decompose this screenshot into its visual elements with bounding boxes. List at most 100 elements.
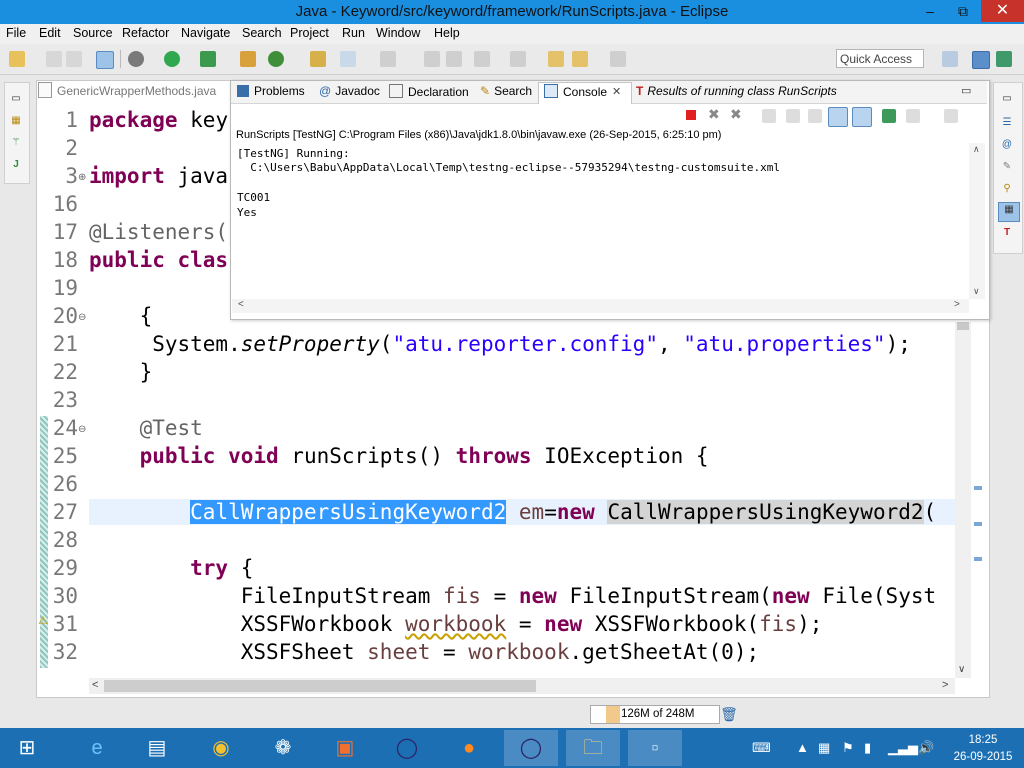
editor-horizontal-scroll-thumb[interactable] xyxy=(104,680,536,692)
forward-icon[interactable] xyxy=(610,51,626,67)
menu-refactor[interactable]: Refactor xyxy=(122,26,169,40)
menu-project[interactable]: Project xyxy=(290,26,329,40)
garbage-collect-icon[interactable]: 🗑 xyxy=(720,705,738,724)
overview-ruler-mark[interactable] xyxy=(974,557,982,561)
hierarchy-icon[interactable]: ⚚ xyxy=(9,136,23,150)
last-edit-icon[interactable] xyxy=(548,51,564,67)
toggle-mark-icon[interactable] xyxy=(424,51,440,67)
show-whitespace-icon[interactable] xyxy=(446,51,462,67)
keyboard-icon[interactable]: ⌨ xyxy=(752,740,771,756)
file-explorer-icon[interactable]: 🗀 xyxy=(566,730,620,766)
powerpoint-icon[interactable]: ▣ xyxy=(318,730,372,766)
editor-vertical-scroll-thumb[interactable] xyxy=(957,322,969,330)
volume-icon[interactable]: 🔊 xyxy=(918,740,934,756)
battery-icon[interactable]: ▮ xyxy=(864,740,871,756)
show-hidden-icons-icon[interactable]: ▲ xyxy=(796,740,809,755)
editor-vertical-scrollbar[interactable] xyxy=(955,322,971,678)
pin-console-icon[interactable] xyxy=(882,109,896,123)
scroll-down-icon[interactable]: ∨ xyxy=(973,286,980,297)
action-center-icon[interactable]: ▦ xyxy=(818,740,830,756)
javadoc-icon[interactable]: @ xyxy=(1000,138,1014,152)
external-tools-icon[interactable] xyxy=(200,51,216,67)
junit-icon[interactable]: J xyxy=(9,158,23,172)
scroll-up-icon[interactable]: ∧ xyxy=(973,144,980,155)
eclipse-active-icon[interactable]: ◯ xyxy=(504,730,558,766)
run-icon[interactable] xyxy=(164,51,180,67)
next-annotation-icon[interactable] xyxy=(474,51,490,67)
scroll-left-icon[interactable]: < xyxy=(238,299,244,310)
new-java-project-icon[interactable] xyxy=(240,51,256,67)
chrome-icon[interactable]: ◉ xyxy=(194,730,248,766)
show-on-stderr-icon[interactable] xyxy=(852,107,872,127)
minimize-button[interactable]: – xyxy=(915,0,945,22)
restore-button[interactable]: ⧉ xyxy=(948,0,978,22)
display-selected-console-icon[interactable] xyxy=(906,109,920,123)
maximize-icon[interactable]: ▭ xyxy=(961,84,971,97)
clear-console-icon[interactable] xyxy=(762,109,776,123)
word-wrap-icon[interactable] xyxy=(808,109,822,123)
restore-icon[interactable]: ▭ xyxy=(1000,92,1014,106)
scroll-right-icon[interactable]: > xyxy=(954,299,960,310)
fold-toggle[interactable]: ⊕ xyxy=(78,172,86,183)
menu-search[interactable]: Search xyxy=(242,26,282,40)
terminate-icon[interactable] xyxy=(686,110,696,120)
scroll-right-icon[interactable]: > xyxy=(942,679,948,691)
debug-icon[interactable] xyxy=(128,51,144,67)
new-icon[interactable] xyxy=(9,51,25,67)
warning-icon[interactable]: ⚠ xyxy=(38,614,48,627)
new-class-icon[interactable] xyxy=(268,51,284,67)
package-explorer-icon[interactable]: ▦ xyxy=(9,114,23,128)
network-tool-icon[interactable]: ▤ xyxy=(130,730,184,766)
tab-javadoc[interactable]: @ Javadoc xyxy=(319,84,380,100)
clock-date[interactable]: 26-09-2015 xyxy=(943,751,1023,763)
tab-console[interactable]: Console xyxy=(544,84,607,100)
menu-file[interactable]: File xyxy=(6,26,26,40)
open-console-icon[interactable] xyxy=(944,109,958,123)
clock-time[interactable]: 18:25 xyxy=(953,734,1013,746)
overview-ruler-mark[interactable] xyxy=(974,486,982,490)
show-on-stdout-icon[interactable] xyxy=(828,107,848,127)
annotation-icon[interactable] xyxy=(380,51,396,67)
paint-icon[interactable]: ❁ xyxy=(256,730,310,766)
internet-explorer-icon[interactable]: e xyxy=(70,730,124,766)
scroll-left-icon[interactable]: < xyxy=(92,679,98,691)
scroll-down-icon[interactable]: ∨ xyxy=(958,664,965,675)
declaration-icon[interactable]: ✎ xyxy=(1000,160,1014,174)
save-all-icon[interactable] xyxy=(66,51,82,67)
tab-search[interactable]: ✎ Search xyxy=(480,84,532,100)
fold-toggle[interactable]: ⊖ xyxy=(78,312,86,323)
problems-icon[interactable]: ☰ xyxy=(1000,116,1014,130)
menu-source[interactable]: Source xyxy=(73,26,113,40)
remove-launch-icon[interactable]: ✖ xyxy=(708,106,720,123)
remove-all-terminated-icon[interactable]: ✖ xyxy=(730,106,742,123)
notepad-icon[interactable]: ▫ xyxy=(628,730,682,766)
tab-results-of-running[interactable]: T Results of running class RunScripts xyxy=(636,84,837,100)
close-button[interactable]: ✕ xyxy=(981,0,1024,22)
editor-tab[interactable]: GenericWrapperMethods.java xyxy=(38,82,230,102)
testng-icon[interactable]: T xyxy=(1000,226,1014,240)
menu-edit[interactable]: Edit xyxy=(39,26,61,40)
back-icon[interactable] xyxy=(572,51,588,67)
menu-navigate[interactable]: Navigate xyxy=(181,26,230,40)
network-icon[interactable]: ▁▃▅ xyxy=(888,740,918,756)
menu-help[interactable]: Help xyxy=(434,26,460,40)
close-tab-icon[interactable]: ✕ xyxy=(612,85,621,98)
open-perspective-icon[interactable] xyxy=(942,51,958,67)
eclipse-icon[interactable]: ◯ xyxy=(380,730,434,766)
restore-icon[interactable]: ▭ xyxy=(9,92,23,106)
java-perspective-icon[interactable] xyxy=(972,51,990,69)
start-icon[interactable]: ⊞ xyxy=(0,730,54,766)
console-vertical-scrollbar[interactable] xyxy=(969,143,985,299)
tab-problems[interactable]: Problems xyxy=(237,84,305,100)
firefox-icon[interactable]: ● xyxy=(442,730,496,766)
debug-perspective-icon[interactable] xyxy=(996,51,1012,67)
prev-annotation-icon[interactable] xyxy=(510,51,526,67)
menu-run[interactable]: Run xyxy=(342,26,365,40)
flag-icon[interactable]: ⚑ xyxy=(842,740,854,756)
console-horizontal-scrollbar[interactable] xyxy=(232,299,969,313)
quick-access-input[interactable]: Quick Access xyxy=(836,49,924,68)
search-view-icon[interactable]: ⚲ xyxy=(1000,182,1014,196)
console-icon[interactable]: ▦ xyxy=(998,202,1020,222)
overview-ruler-mark[interactable] xyxy=(974,522,982,526)
open-type-icon[interactable] xyxy=(310,51,326,67)
